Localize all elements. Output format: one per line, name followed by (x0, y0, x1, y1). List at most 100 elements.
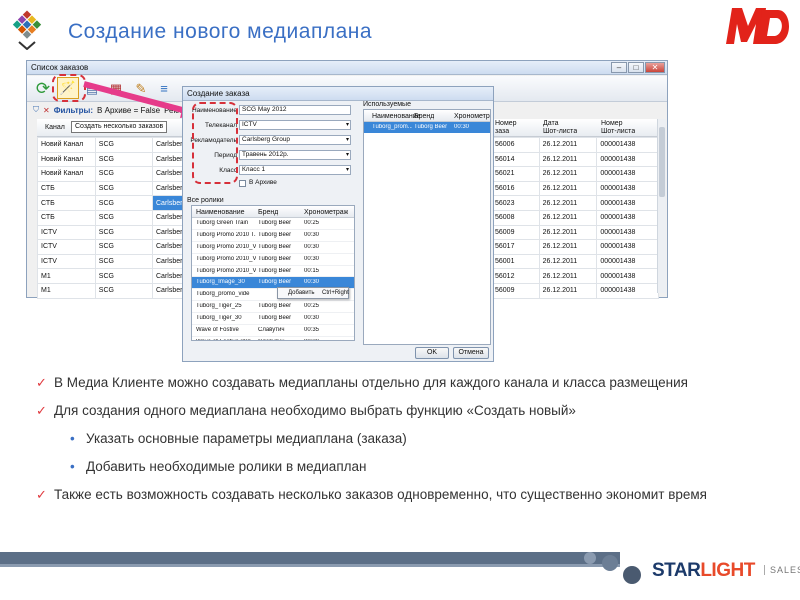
table-row[interactable]: 56009 26.12.2011 000001438 (491, 224, 659, 241)
table-row[interactable]: Новий Канал SCG Carlsber (37, 137, 187, 153)
table-row[interactable]: 56023 26.12.2011 000001438 (491, 195, 659, 211)
list-item[interactable]: Tuborg Promo 2010 T... Tuborg Beer 00:30 (192, 230, 354, 242)
cell-sheet: 000001438 (596, 282, 659, 299)
cell-seller: SCG (94, 195, 154, 211)
spot-brand: Tuborg Beer (258, 303, 292, 310)
spot-timing: 00:15 (304, 267, 320, 274)
starlight-logo: STARLIGHT (652, 560, 755, 581)
channel-select[interactable]: ICTV ▾ (239, 120, 351, 130)
list-item[interactable]: Tuborg_Tiger_30 Tuborg Beer 00:30 (192, 313, 354, 326)
table-row[interactable]: СТБ SCG Carlsber (37, 195, 187, 211)
chevron-down-icon: ▾ (345, 167, 349, 173)
spot-timing: 00:25 (304, 220, 320, 226)
list-item[interactable]: Tuborg_prom... Tuborg Beer 00:30 (364, 122, 490, 133)
close-button[interactable]: ✕ (645, 62, 665, 73)
vertical-scrollbar[interactable] (657, 119, 666, 293)
table-row[interactable]: Новий Канал SCG Carlsber (37, 151, 187, 168)
cell-sheet: 000001438 (596, 137, 659, 153)
cell-channel: СТБ (37, 180, 96, 197)
table-row[interactable]: СТБ SCG Carlsber (37, 209, 187, 226)
context-add[interactable]: Добавить (288, 288, 315, 298)
col-name-header[interactable]: Наименование (196, 209, 245, 216)
table-row[interactable]: Новий Канал SCG Carlsber (37, 166, 187, 182)
table-row[interactable]: 56014 26.12.2011 000001438 (491, 151, 659, 168)
list-item[interactable]: Tuborg Promo 2010_V2 Tuborg Beer 00:30 (192, 242, 354, 254)
table-row[interactable]: 56008 26.12.2011 000001438 (491, 209, 659, 226)
cell-sheet: 000001438 (596, 195, 659, 211)
cell-sheet: 000001438 (596, 239, 659, 255)
list-item[interactable]: Tuborg Green Train Tuborg Beer 00:25 (192, 218, 354, 230)
table-row[interactable]: 56016 26.12.2011 000001438 (491, 180, 659, 197)
spot-brand: Tuborg Beer (258, 315, 292, 322)
cell-order-num: 56021 (491, 166, 540, 182)
name-field[interactable]: SCG May 2012 (239, 105, 351, 115)
cell-channel: СТБ (37, 209, 96, 226)
class-select[interactable]: Класс 1 ▾ (239, 165, 351, 175)
bullet-item: ✓ В Медиа Клиенте можно создавать медиапл… (36, 375, 688, 390)
ok-button[interactable]: OK (415, 347, 449, 359)
md-logo (726, 8, 789, 44)
cell-seller: SCG (94, 239, 154, 255)
grid-header-right: Номер заза Дата Шот-листа Номер Шот-лист… (491, 119, 659, 137)
spot-timing: 00:30 (304, 255, 320, 262)
table-row[interactable]: ICTV SCG Carlsber (37, 224, 187, 241)
table-row[interactable]: 56021 26.12.2011 000001438 (491, 166, 659, 182)
spot-brand: Tuborg Beer (258, 243, 292, 250)
cell-date: 26.12.2011 (538, 253, 598, 270)
table-row[interactable]: 56001 26.12.2011 000001438 (491, 253, 659, 270)
spot-name: Tuborg Promo 2010 T... (196, 231, 256, 238)
used-label: Используемые (363, 101, 411, 108)
used-header: Наименование Бренд Хронометраж (364, 110, 490, 122)
used-col-timing[interactable]: Хронометраж (454, 113, 490, 120)
cell-sheet: 000001438 (596, 166, 659, 182)
spot-name: Tuborg_Image_30 (196, 279, 245, 286)
checkmark-icon: ✓ (36, 375, 47, 390)
cell-order-num: 56023 (491, 195, 540, 211)
filter-funnel-icon[interactable]: ⛉ (33, 105, 39, 115)
bullet-dot-icon: • (70, 459, 75, 474)
table-row[interactable]: 56012 26.12.2011 000001438 (491, 268, 659, 284)
used-col-brand[interactable]: Бренд (414, 113, 434, 120)
list-item[interactable]: Tuborg Promo 2010_V3 Tuborg Beer 00:15 (192, 266, 354, 278)
refresh-icon[interactable]: ⟳ (33, 79, 53, 99)
maximize-button[interactable]: □ (628, 62, 644, 73)
col-sheet-header[interactable]: Номер Шот-листа (601, 120, 635, 136)
cell-sheet: 000001438 (596, 224, 659, 241)
list-item[interactable]: Wave of Fostive 30(L...Славутич00:30 (192, 337, 354, 340)
table-row[interactable]: M1 SCG Carlsber (37, 282, 187, 299)
col-date-header[interactable]: Дата Шот-листа (543, 120, 577, 136)
spot-name: Tuborg Promo 2010_V3 (196, 255, 256, 262)
list-item[interactable]: Tuborg_Tiger_25 Tuborg Beer 00:25 (192, 301, 354, 314)
col-channel-header[interactable]: Канал (45, 124, 65, 131)
cell-order-num: 56009 (491, 224, 540, 241)
col-timing-header[interactable]: Хронометраж (304, 209, 348, 216)
table-row[interactable]: ICTV SCG Carlsber (37, 253, 187, 270)
context-menu: Добавить Ctrl+Right (277, 287, 349, 299)
cell-sheet: 000001438 (596, 268, 659, 284)
bullet-dot-icon: • (70, 431, 75, 446)
cancel-button[interactable]: Отмена (453, 347, 489, 359)
table-row[interactable]: 56009 26.12.2011 000001438 (491, 282, 659, 299)
col-num-header[interactable]: Номер заза (495, 120, 517, 136)
minimize-button[interactable]: – (611, 62, 627, 73)
list-item[interactable]: Wave of Fostive Славутич 00:35 (192, 325, 354, 337)
table-row[interactable]: 56006 26.12.2011 000001438 (491, 137, 659, 153)
archive-checkbox[interactable] (239, 180, 246, 187)
chevron-down-icon: ▾ (345, 152, 349, 158)
spot-name: Wave of Fostive 30(L... (196, 339, 256, 340)
advertiser-select[interactable]: Carlsberg Group ▾ (239, 135, 351, 145)
table-row[interactable]: СТБ SCG Carlsber (37, 180, 187, 197)
table-row[interactable]: 56017 26.12.2011 000001438 (491, 239, 659, 255)
period-select[interactable]: Травень 2012р. ▾ (239, 150, 351, 160)
list-item[interactable]: Tuborg Promo 2010_V3 Tuborg Beer 00:30 (192, 254, 354, 266)
table-row[interactable]: M1 SCG Carlsber (37, 268, 187, 284)
cell-date: 26.12.2011 (538, 239, 598, 255)
table-row[interactable]: ICTV SCG Carlsber (37, 239, 187, 255)
cell-sheet: 000001438 (596, 253, 659, 270)
cell-order-num: 56016 (491, 180, 540, 197)
tooltip: Создать несколько заказов (71, 121, 168, 133)
filter-clear-icon[interactable]: ✕ (43, 106, 50, 115)
cell-date: 26.12.2011 (538, 282, 598, 299)
col-brand-header[interactable]: Бренд (258, 209, 278, 216)
cell-date: 26.12.2011 (538, 268, 598, 284)
